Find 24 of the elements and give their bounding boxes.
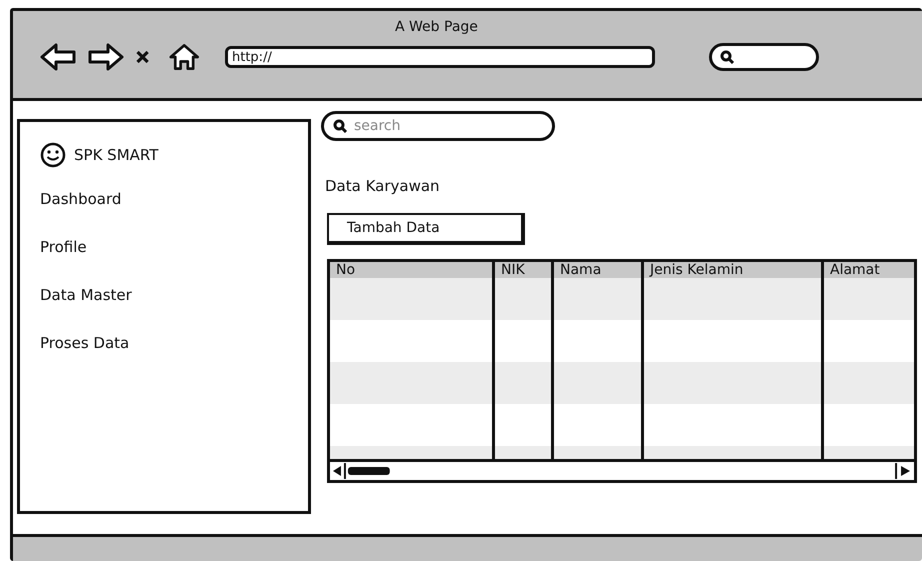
table-cell [495, 362, 551, 404]
url-field[interactable]: http:// [225, 46, 655, 68]
horizontal-scrollbar[interactable] [330, 459, 914, 480]
add-data-button[interactable]: Tambah Data [327, 213, 525, 245]
column-header[interactable]: No [330, 262, 492, 278]
column-header[interactable]: Jenis Kelamin [644, 262, 821, 278]
search-field[interactable] [709, 43, 819, 71]
smiley-icon [40, 142, 66, 168]
column-header[interactable]: NIK [495, 262, 551, 278]
table-cell [495, 278, 551, 320]
column-header[interactable]: Nama [554, 262, 641, 278]
search-icon [333, 119, 347, 133]
brand-name: SPK SMART [74, 146, 158, 164]
sidebar-item[interactable]: Dashboard [40, 190, 308, 238]
sidebar-item[interactable]: Data Master [40, 286, 308, 334]
column-header[interactable]: Alamat [824, 262, 914, 278]
window-title: A Web Page [395, 19, 478, 35]
page-title: Data Karyawan [325, 177, 440, 195]
forward-arrow-icon[interactable] [87, 41, 125, 73]
back-arrow-icon[interactable] [39, 41, 77, 73]
search-icon [720, 50, 734, 64]
sidebar-item[interactable]: Profile [40, 238, 308, 286]
search-field[interactable]: search [321, 111, 555, 141]
sidebar-item[interactable]: Proses Data [40, 334, 308, 382]
